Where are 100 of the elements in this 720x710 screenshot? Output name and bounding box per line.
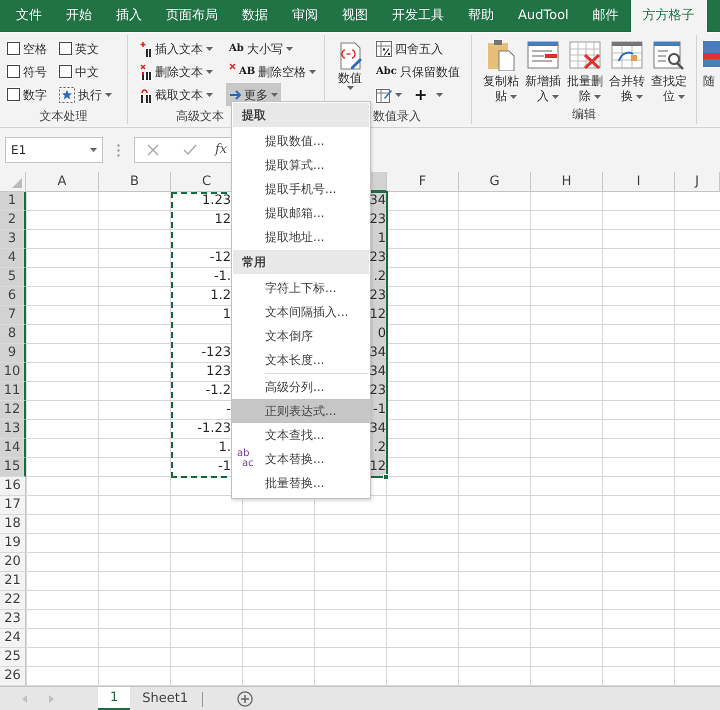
menu-item[interactable]: 批量替换... xyxy=(232,471,370,495)
menu-item[interactable]: 正则表达式... xyxy=(232,399,370,423)
row-header[interactable]: 11 xyxy=(0,382,26,401)
row-header[interactable]: 20 xyxy=(0,553,26,572)
row-header[interactable]: 6 xyxy=(0,287,26,306)
row-header[interactable]: 8 xyxy=(0,325,26,344)
ribbon-tab[interactable]: 视图 xyxy=(330,0,380,32)
checkbox[interactable] xyxy=(7,88,20,101)
table-cell-text: -1 xyxy=(218,458,231,476)
ribbon-button[interactable]: Ab 大小写 xyxy=(226,37,296,60)
row-header[interactable]: 26 xyxy=(0,667,26,686)
ribbon-tab[interactable]: 插入 xyxy=(104,0,154,32)
row-header[interactable]: 10 xyxy=(0,363,26,382)
ribbon-button[interactable]: 插入文本 xyxy=(137,37,216,60)
menu-item[interactable]: 文本长度... xyxy=(232,348,370,372)
ribbon-button[interactable]: 合并转换 xyxy=(606,37,648,104)
list-minus-icon xyxy=(527,39,559,71)
row-header[interactable]: 16 xyxy=(0,477,26,496)
row-header[interactable]: 23 xyxy=(0,610,26,629)
row-header[interactable]: 1 xyxy=(0,192,26,211)
ribbon-button[interactable]: 批量删除 xyxy=(564,37,606,104)
table-cell-text: 23 xyxy=(369,249,386,267)
ribbon-button[interactable]: 复制粘贴 xyxy=(480,37,522,104)
checkbox-option[interactable]: 英文 xyxy=(56,37,126,60)
ribbon-tab[interactable]: 邮件 xyxy=(580,0,631,32)
row-header[interactable]: 17 xyxy=(0,496,26,515)
column-header[interactable]: J xyxy=(675,172,720,192)
caret-icon xyxy=(309,70,316,74)
checkbox[interactable] xyxy=(7,65,20,78)
row-header[interactable]: 24 xyxy=(0,629,26,648)
checkbox[interactable] xyxy=(59,42,72,55)
row-header[interactable]: 5 xyxy=(0,268,26,287)
column-header[interactable]: G xyxy=(459,172,531,192)
column-header[interactable]: H xyxy=(531,172,603,192)
column-header[interactable]: A xyxy=(26,172,99,192)
ribbon-tab[interactable]: 开始 xyxy=(54,0,104,32)
ribbon-button[interactable]: 查找定位 xyxy=(648,37,690,104)
ribbon-button[interactable]: 四舍五入 xyxy=(373,37,463,60)
fill-handle[interactable] xyxy=(383,474,389,480)
column-header[interactable]: I xyxy=(603,172,675,192)
ribbon-button[interactable]: 删除文本 xyxy=(137,60,216,83)
column-header[interactable]: B xyxy=(99,172,171,192)
ribbon-tab[interactable]: 方方格子 xyxy=(630,0,707,32)
checkbox-option[interactable]: 空格 xyxy=(4,37,56,60)
sheet-tab[interactable]: Sheet1 xyxy=(130,687,200,710)
ribbon-tab[interactable]: AudTool xyxy=(506,0,581,32)
clipboard-icon xyxy=(485,39,517,71)
table-cell-text: 34 xyxy=(369,344,386,362)
menu-item[interactable]: 提取邮箱... xyxy=(232,201,370,225)
row-header[interactable]: 9 xyxy=(0,344,26,363)
menu-item[interactable]: 高级分列... xyxy=(232,375,370,399)
row-header[interactable]: 4 xyxy=(0,249,26,268)
checkbox-option[interactable]: 符号 xyxy=(4,60,56,83)
ribbon-tab[interactable]: 文件 xyxy=(4,0,54,32)
checkbox-option[interactable]: 中文 xyxy=(56,60,126,83)
table-cell-text: 1. xyxy=(218,439,231,457)
row-header[interactable]: 22 xyxy=(0,591,26,610)
grid-delete-icon xyxy=(569,39,601,71)
menu-item[interactable]: 文本间隔插入... xyxy=(232,300,370,324)
ribbon-button[interactable]: 截取文本 xyxy=(137,83,216,106)
menu-item[interactable]: 提取地址... xyxy=(232,225,370,249)
menu-item[interactable]: 字符上下标... xyxy=(232,276,370,300)
menu-item[interactable]: 文本倒序 xyxy=(232,324,370,348)
row-header[interactable]: 13 xyxy=(0,420,26,439)
row-header[interactable]: 2 xyxy=(0,211,26,230)
checkbox-option[interactable]: 数字 xyxy=(4,83,56,106)
ribbon-tab[interactable]: 页面布局 xyxy=(154,0,230,32)
ribbon-tab[interactable]: 数据 xyxy=(230,0,280,32)
plus-button[interactable]: + xyxy=(411,83,446,106)
add-sheet-icon[interactable] xyxy=(237,691,254,707)
column-header[interactable]: F xyxy=(387,172,459,192)
name-box[interactable]: E1 xyxy=(5,137,103,163)
row-header[interactable]: 7 xyxy=(0,306,26,325)
row-header[interactable]: 19 xyxy=(0,534,26,553)
checkbox[interactable] xyxy=(7,42,20,55)
ribbon-button[interactable]: 新增插入 xyxy=(522,37,564,104)
caret-icon xyxy=(594,95,600,99)
row-header[interactable]: 25 xyxy=(0,648,26,667)
row-header[interactable]: 21 xyxy=(0,572,26,591)
checkbox[interactable] xyxy=(59,65,72,78)
row-header[interactable]: 3 xyxy=(0,230,26,249)
menu-item[interactable]: 提取数值... xyxy=(232,129,370,153)
table-cell-text: -123 xyxy=(201,344,231,362)
ribbon-button[interactable]: AB 删除空格 xyxy=(226,60,320,83)
row-header[interactable]: 12 xyxy=(0,401,26,420)
menu-header: 常用 xyxy=(233,250,369,274)
sheet-tab[interactable]: 1 xyxy=(98,687,130,710)
ribbon-button[interactable]: Abc 只保留数值 xyxy=(373,60,463,83)
row-header[interactable]: 18 xyxy=(0,515,26,534)
row-header[interactable]: 14 xyxy=(0,439,26,458)
ribbon-button[interactable]: 随 xyxy=(703,73,720,89)
group-label: 数值录入 xyxy=(373,109,421,123)
ribbon-tab[interactable]: 审阅 xyxy=(280,0,330,32)
run-button[interactable]: 执行 xyxy=(56,83,126,106)
ribbon-tab[interactable]: 开发工具 xyxy=(380,0,456,32)
row-header[interactable]: 15 xyxy=(0,458,26,477)
menu-item[interactable]: 文本查找... xyxy=(232,423,370,447)
insert-function-button[interactable]: fx xyxy=(215,140,228,160)
menu-item[interactable]: ab ac 文本替换... xyxy=(232,447,370,471)
ribbon-tab[interactable]: 帮助 xyxy=(456,0,506,32)
